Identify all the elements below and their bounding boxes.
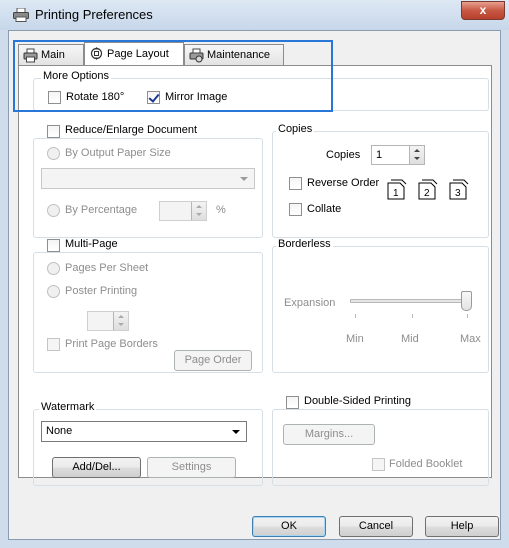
collate-page-number: 1 [393,188,399,199]
pages-per-sheet-radio[interactable] [47,262,60,275]
slider-min-label: Min [346,333,364,345]
tab-main[interactable]: Main [18,44,84,66]
slider-tick [355,314,356,318]
copies-label: Copies [326,149,361,161]
more-options-label: More Options [41,70,112,82]
copies-group-label: Copies [276,123,315,135]
cancel-button[interactable]: Cancel [339,516,413,537]
double-sided-label: Double-Sided Printing [302,395,414,407]
expansion-label: Expansion [284,297,336,309]
tab-page-layout[interactable]: Page Layout [84,42,184,65]
multi-page-checkbox[interactable] [47,239,60,252]
page-layout-icon [90,47,103,60]
expansion-slider-thumb[interactable] [461,291,472,311]
title-bar[interactable]: Printing Preferences x [0,0,509,30]
tab-main-label: Main [41,49,65,61]
ok-button[interactable]: OK [252,516,326,537]
double-sided-group [272,409,489,486]
print-page-borders-label: Print Page Borders [65,338,158,350]
rotate-180-checkbox[interactable] [48,91,61,104]
percent-unit: % [216,204,226,216]
printing-preferences-window: Printing Preferences x Main Page Layout [0,0,509,548]
mirror-image-label: Mirror Image [165,91,228,103]
printer-icon [23,48,38,63]
collate-pages-icon: 1 2 3 [387,179,469,200]
spinner-arrows-icon[interactable] [191,202,206,220]
by-output-paper-size-radio[interactable] [47,147,60,160]
multi-page-spinner[interactable] [87,311,129,331]
collate-label: Collate [307,203,342,215]
chevron-down-icon [232,430,240,434]
collate-page-number: 2 [424,188,430,199]
double-sided-checkbox[interactable] [286,396,299,409]
printer-icon [13,8,29,22]
borderless-label: Borderless [276,238,333,250]
page-order-button[interactable]: Page Order [174,350,252,371]
add-del-button[interactable]: Add/Del... [52,457,141,478]
collate-checkbox[interactable] [289,203,302,216]
reverse-order-label: Reverse Order [307,177,380,189]
pages-per-sheet-label: Pages Per Sheet [65,262,149,274]
poster-printing-label: Poster Printing [65,285,138,297]
window-left-border [0,30,8,548]
folded-booklet-checkbox[interactable] [372,458,385,471]
watermark-selected-value: None [46,425,73,437]
page-layout-panel: More Options Rotate 180° Mirror Image Re… [18,65,492,486]
help-button[interactable]: Help [425,516,499,537]
slider-mid-label: Mid [401,333,419,345]
by-percentage-radio[interactable] [47,204,60,217]
mirror-image-checkbox[interactable] [147,91,160,104]
spinner-arrows-icon[interactable] [409,146,424,164]
watermark-settings-button[interactable]: Settings [147,457,236,478]
reduce-enlarge-label: Reduce/Enlarge Document [63,124,200,136]
chevron-down-icon [240,177,248,181]
rotate-180-label: Rotate 180° [66,91,125,103]
tab-maintenance[interactable]: Maintenance [184,44,284,66]
collate-page-number: 3 [455,188,461,199]
expansion-slider-track[interactable] [350,299,472,303]
borderless-group [272,246,489,373]
output-paper-size-select[interactable] [41,168,255,189]
percentage-spinner[interactable] [159,201,207,221]
close-icon: x [479,3,487,17]
watermark-select[interactable]: None [41,421,247,442]
tab-page-layout-label: Page Layout [107,48,169,60]
slider-tick [467,314,468,318]
multi-page-label: Multi-Page [63,238,120,250]
poster-printing-radio[interactable] [47,285,60,298]
margins-button[interactable]: Margins... [283,424,375,445]
by-percentage-label: By Percentage [65,204,138,216]
slider-max-label: Max [460,333,481,345]
slider-tick [412,314,413,318]
watermark-label: Watermark [39,401,97,413]
print-page-borders-checkbox[interactable] [47,338,60,351]
maintenance-icon [189,48,204,63]
close-button[interactable]: x [461,1,505,20]
window-title: Printing Preferences [35,7,153,22]
reduce-enlarge-checkbox[interactable] [47,125,60,138]
folded-booklet-label: Folded Booklet [389,458,463,470]
tab-maintenance-label: Maintenance [207,49,270,61]
reverse-order-checkbox[interactable] [289,177,302,190]
spinner-arrows-icon[interactable] [113,312,128,330]
by-output-paper-size-label: By Output Paper Size [65,147,171,159]
copies-spinner[interactable]: 1 [371,145,425,165]
copies-value: 1 [376,149,383,161]
